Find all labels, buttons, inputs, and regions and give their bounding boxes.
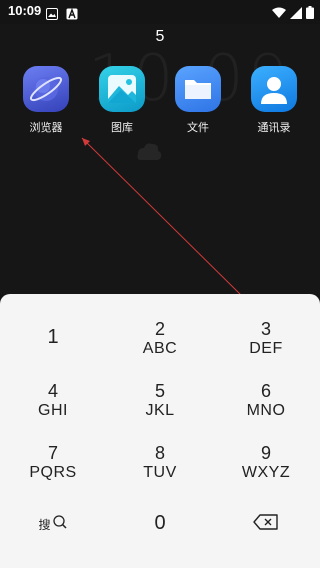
key-letters: PQRS: [29, 464, 77, 481]
key-7[interactable]: 7 PQRS: [0, 444, 106, 506]
typed-digits: 5: [155, 28, 165, 45]
wifi-icon: [272, 4, 286, 23]
key-letters: MNO: [246, 402, 286, 419]
battery-icon: [306, 4, 314, 23]
app-label-browser: 浏览器: [29, 121, 63, 134]
key-letters: GHI: [38, 402, 68, 419]
key-letters: DEF: [249, 340, 283, 357]
key-digit: 8: [154, 443, 165, 463]
folder-icon: [175, 66, 221, 112]
key-digit: 7: [47, 443, 58, 463]
key-0[interactable]: 0: [107, 506, 213, 568]
key-6[interactable]: 6 MNO: [213, 382, 319, 444]
key-5[interactable]: 5 JKL: [107, 382, 213, 444]
key-digit: 1: [47, 326, 59, 348]
key-digit: 6: [260, 381, 271, 401]
key-letters: TUV: [143, 464, 177, 481]
app-browser[interactable]: 浏览器: [14, 66, 78, 135]
backspace-icon: [253, 514, 279, 534]
key-1[interactable]: 1: [0, 320, 106, 382]
key-digit: 5: [154, 381, 165, 401]
key-4[interactable]: 4 GHI: [0, 382, 106, 444]
key-3[interactable]: 3 DEF: [213, 320, 319, 382]
key-digit: 2: [154, 319, 165, 339]
backspace-button[interactable]: [213, 506, 319, 568]
key-letters: JKL: [145, 402, 175, 419]
key-2[interactable]: 2 ABC: [107, 320, 213, 382]
app-label-gallery: 图库: [111, 121, 133, 134]
app-gallery[interactable]: 图库: [90, 66, 154, 135]
key-letters: WXYZ: [241, 464, 291, 481]
search-key[interactable]: 搜: [0, 506, 106, 568]
weather-cloud-icon: [132, 138, 164, 168]
search-key-label: 搜: [38, 517, 51, 532]
key-8[interactable]: 8 TUV: [107, 444, 213, 506]
planet-icon: [23, 66, 69, 112]
app-label-files: 文件: [187, 121, 209, 134]
status-bar: 10:09: [0, 0, 320, 24]
key-digit: 0: [154, 512, 166, 534]
key-digit: 3: [260, 319, 271, 339]
search-magnifier-icon: [52, 514, 68, 534]
key-9[interactable]: 9 WXYZ: [213, 444, 319, 506]
landscape-icon: [99, 66, 145, 112]
app-label-contacts: 通讯录: [257, 121, 291, 134]
signal-icon: [290, 4, 302, 23]
app-files[interactable]: 文件: [166, 66, 230, 135]
person-icon: [251, 66, 297, 112]
app-contacts[interactable]: 通讯录: [242, 66, 306, 135]
text-a-icon: [66, 5, 78, 24]
key-letters: ABC: [142, 340, 178, 357]
image-icon: [46, 5, 58, 24]
dial-keypad: 1 2 ABC 3 DEF 4 GHI 5 JKL 6 MNO 7 PQRS 8…: [0, 294, 320, 568]
key-digit: 9: [260, 443, 271, 463]
status-time: 10:09: [8, 3, 42, 18]
key-digit: 4: [47, 381, 58, 401]
